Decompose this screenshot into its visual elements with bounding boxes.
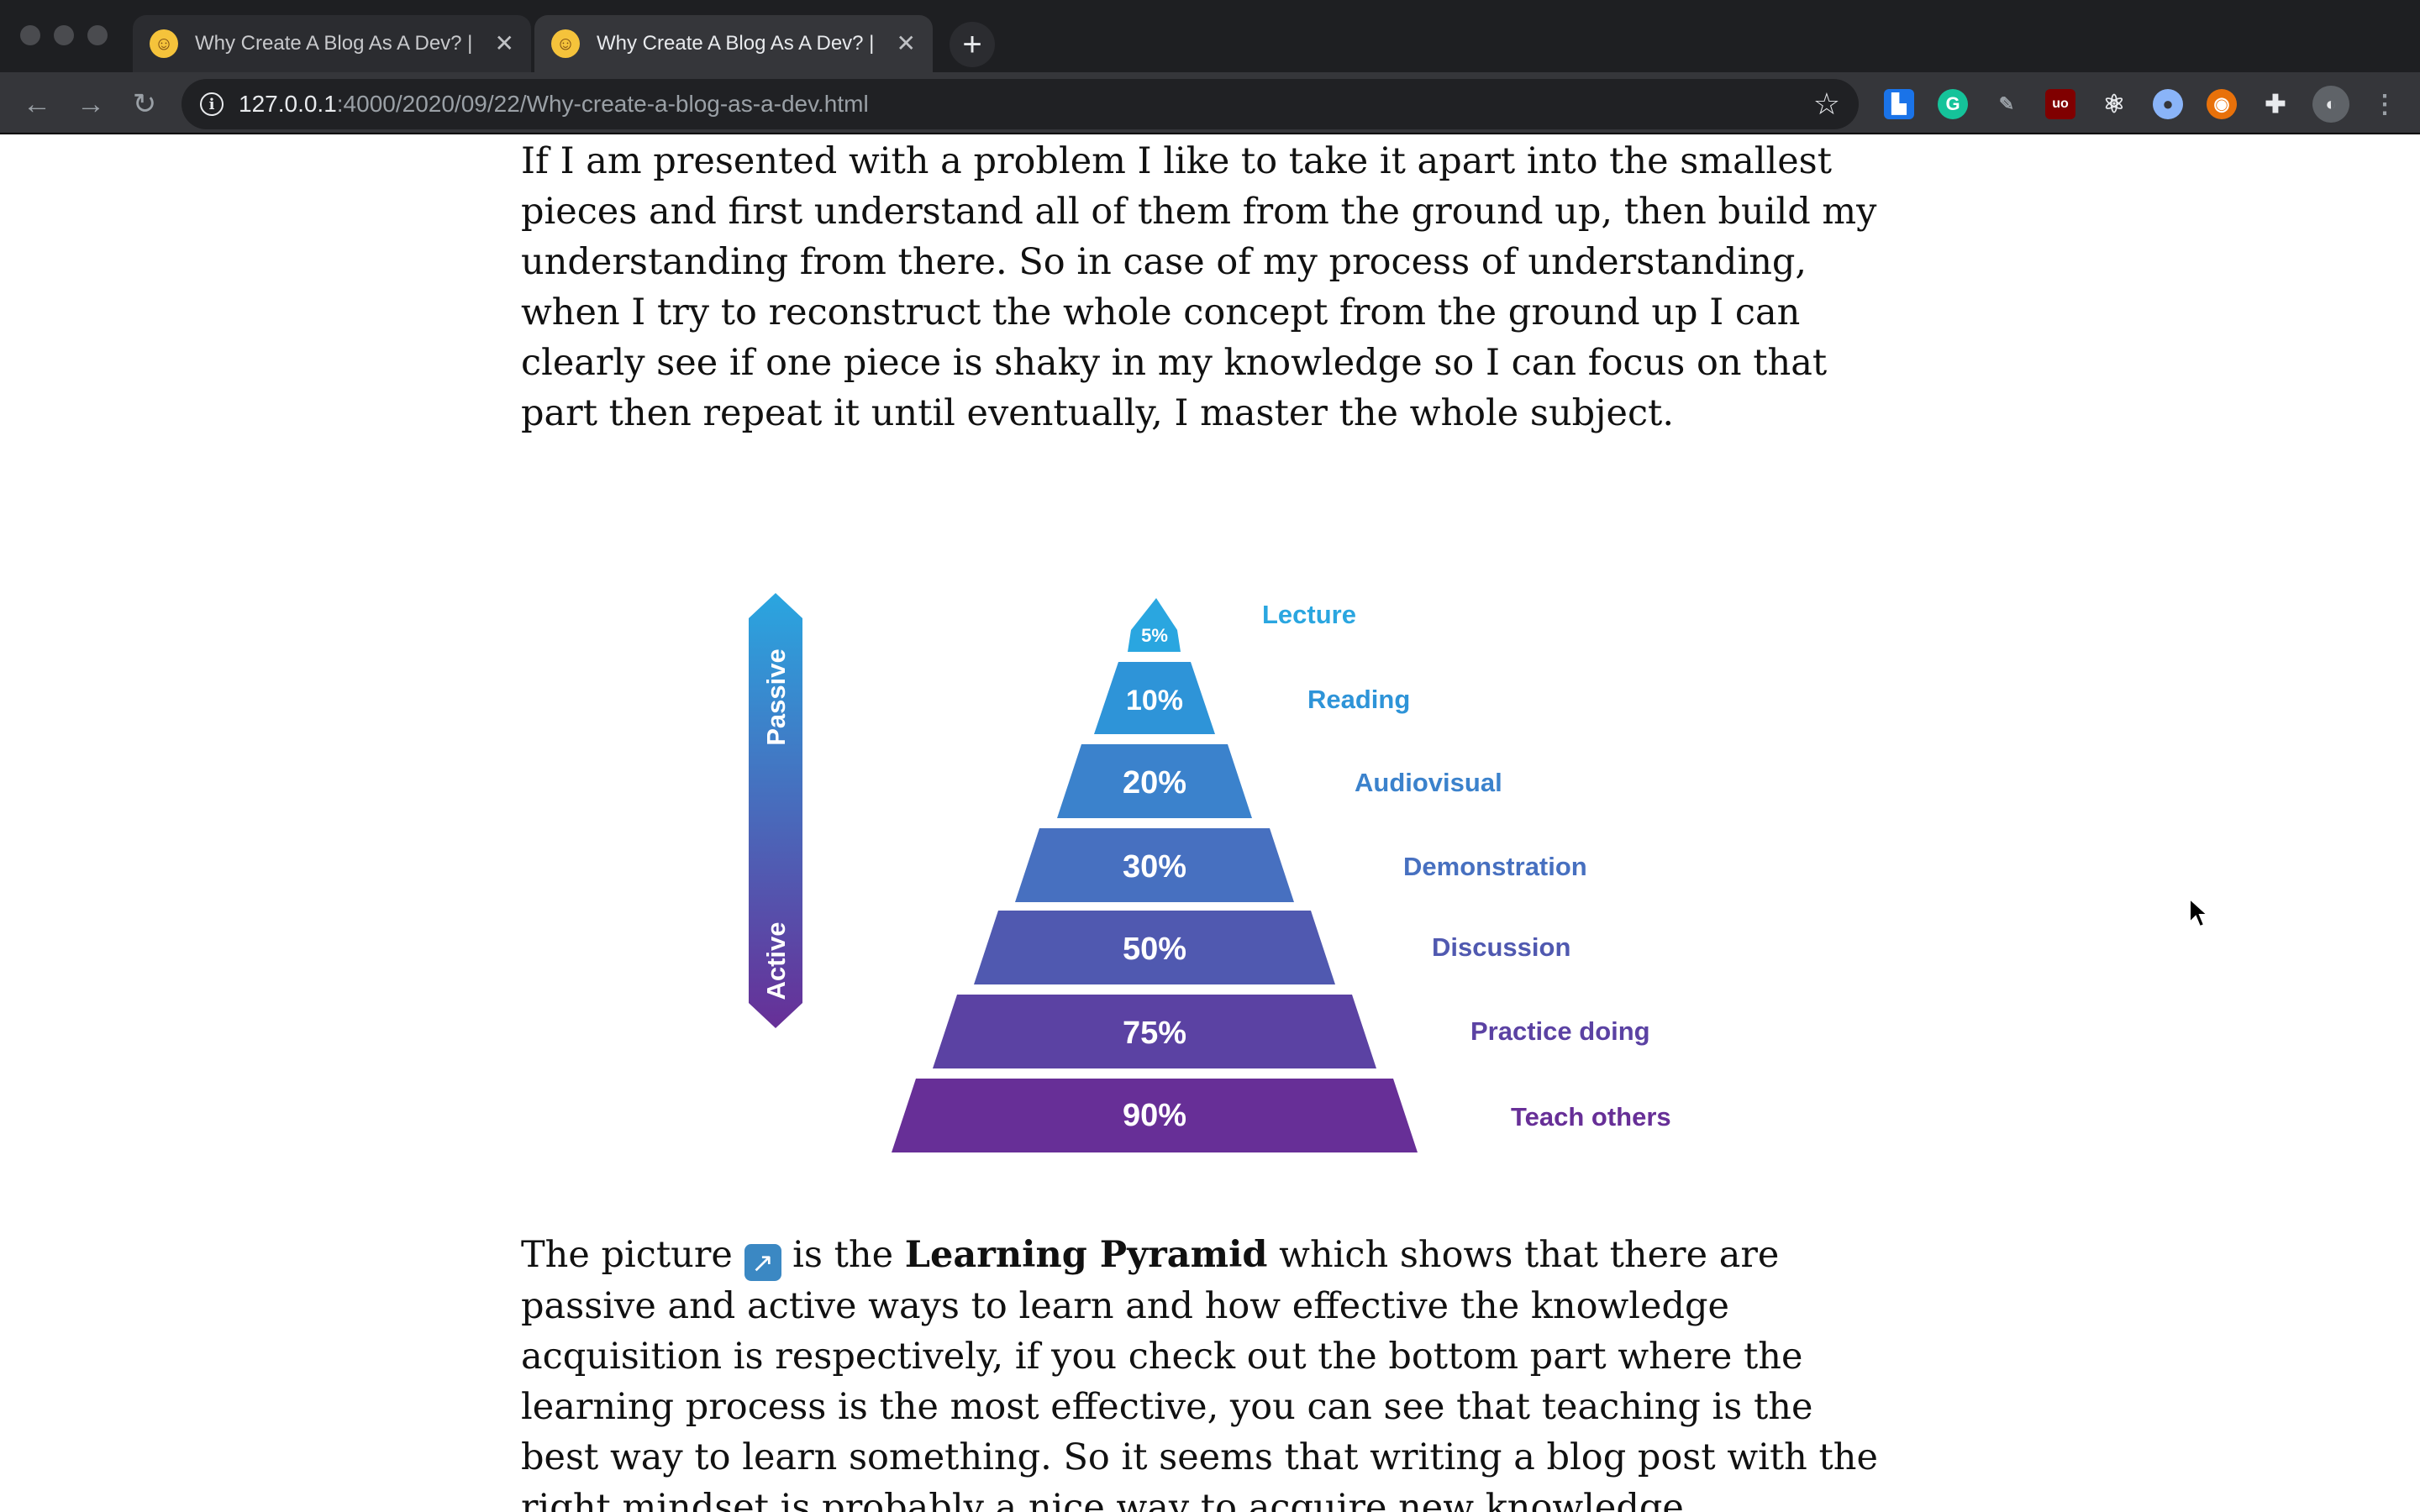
pyramid-percent-discussion: 50% [1123,932,1186,967]
paragraph-understanding: If I am presented with a problem I like … [521,140,1877,434]
learning-pyramid-term: Learning Pyramid [904,1234,1268,1276]
paragraph-learning-pyramid: The picture ↗ is the Learning Pyramid wh… [521,1230,1899,1512]
fire-extension-icon[interactable]: ◉ [2207,89,2237,119]
tab-active[interactable]: ☺ Why Create A Blog As A Dev? | ✕ [534,15,933,72]
circle-extension-icon[interactable]: ● [2153,89,2183,119]
back-icon[interactable]: ← [20,87,54,121]
pyramid-label-lecture: Lecture [1262,600,1356,629]
new-tab-button[interactable]: + [950,22,995,67]
react-devtools-icon[interactable]: ⚛ [2099,89,2129,119]
up-right-arrow-emoji-icon: ↗ [744,1244,781,1281]
pyramid-label-teach-others: Teach others [1511,1102,1671,1131]
page-content: If I am presented with a problem I like … [0,136,2420,1512]
forward-icon[interactable]: → [74,87,108,121]
close-window-button[interactable] [20,25,40,45]
maximize-window-button[interactable] [87,25,108,45]
info-icon[interactable]: i [200,92,224,116]
ublock-icon[interactable]: uo [2045,89,2075,119]
cowboy-emoji-icon: ☺ [551,29,580,58]
active-label: Active [761,921,791,1000]
passive-label: Passive [761,648,791,746]
pyramid-label-discussion: Discussion [1432,932,1570,962]
pyramid-label-audiovisual: Audiovisual [1355,768,1502,797]
pyramid-percent-teach-others: 90% [1123,1098,1186,1133]
pyramid-label-reading: Reading [1307,685,1410,714]
puzzle-extension-icon[interactable]: ▙ [1884,89,1914,119]
address-bar[interactable]: i 127.0.0.1:4000/2020/09/22/Why-create-a… [182,79,1859,129]
url-path: :4000/2020/09/22/Why-create-a-blog-as-a-… [336,91,869,117]
extensions-icon[interactable]: ✚ [2260,89,2291,119]
browser-toolbar: ← → ↻ i 127.0.0.1:4000/2020/09/22/Why-cr… [0,72,2420,134]
pen-extension-icon[interactable]: ✎ [1991,89,2022,119]
menu-dots-icon[interactable]: ⋮ [2370,89,2400,119]
para2-text-mid: is the [781,1234,905,1276]
pyramid-percent-reading: 10% [1126,685,1183,717]
tab-title: Why Create A Blog As A Dev? | [597,32,875,55]
pyramid-percent-practice-doing: 75% [1123,1016,1186,1051]
tab-inactive[interactable]: ☺ Why Create A Blog As A Dev? | ✕ [133,15,531,72]
profile-avatar-icon[interactable]: ◐ [2312,86,2349,123]
pyramid-percent-audiovisual: 20% [1123,765,1186,801]
para2-text-before: The picture [521,1234,744,1276]
bookmark-star-icon[interactable]: ☆ [1813,87,1840,121]
close-icon[interactable]: ✕ [897,32,916,55]
url-host: 127.0.0.1 [239,91,337,117]
pyramid-percent-demonstration: 30% [1123,849,1186,885]
tab-bar: ☺ Why Create A Blog As A Dev? | ✕ ☺ Why … [0,0,2420,72]
cowboy-emoji-icon: ☺ [150,29,178,58]
learning-pyramid-figure: Passive Active 5% Lecture 10% Reading 20… [749,593,1671,1152]
reload-icon[interactable]: ↻ [128,87,161,121]
grammarly-icon[interactable]: G [1938,89,1968,119]
close-icon[interactable]: ✕ [495,32,514,55]
tab-title: Why Create A Blog As A Dev? | [195,32,473,55]
pyramid-label-practice-doing: Practice doing [1470,1016,1650,1046]
mouse-cursor-icon [2189,897,2210,928]
pyramid-label-demonstration: Demonstration [1403,852,1587,881]
pyramid-percent-lecture: 5% [1141,625,1168,646]
minimize-window-button[interactable] [54,25,74,45]
